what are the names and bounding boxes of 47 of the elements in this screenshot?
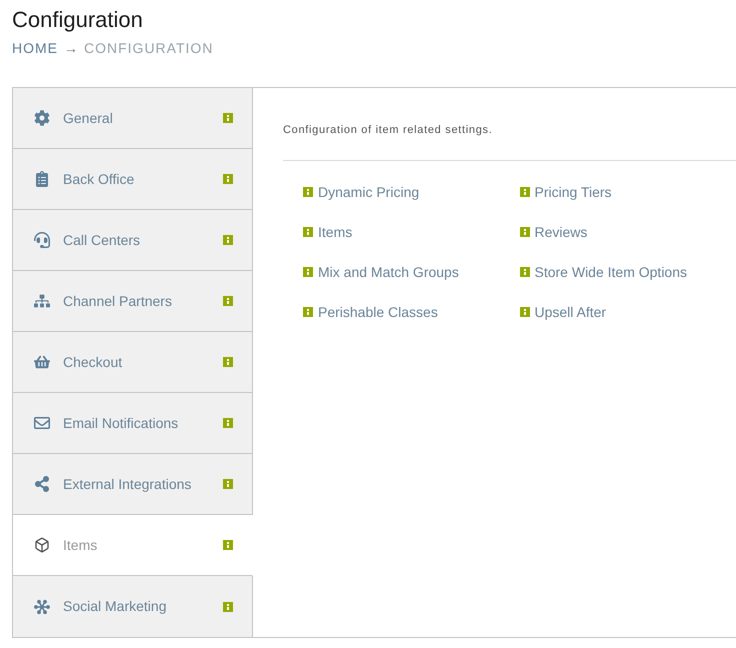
info-icon [223, 540, 233, 550]
sidebar-tab[interactable]: Email Notifications [13, 393, 253, 454]
settings-link[interactable]: Pricing Tiers [520, 182, 612, 202]
cube-icon [34, 537, 50, 553]
info-icon [223, 602, 233, 612]
breadcrumb-separator: → [64, 40, 78, 56]
info-icon [223, 479, 233, 489]
settings-link[interactable]: Upsell After [520, 302, 606, 322]
info-icon [223, 113, 233, 123]
breadcrumb-current: CONFIGURATION [84, 40, 214, 56]
info-icon [303, 227, 313, 237]
gear-icon [34, 110, 50, 126]
info-icon [223, 174, 233, 184]
info-icon [223, 418, 233, 428]
settings-link[interactable]: Reviews [520, 222, 588, 242]
breadcrumb-link[interactable]: HOME [12, 40, 58, 56]
headset-icon [34, 232, 50, 248]
info-icon [223, 296, 233, 306]
info-icon [303, 267, 313, 277]
info-icon [303, 307, 313, 317]
connected-nodes-icon [34, 476, 50, 492]
sidebar-tab[interactable]: Back Office [13, 149, 253, 210]
sidebar-tab[interactable]: External Integrations [13, 454, 253, 515]
info-icon [223, 235, 233, 245]
info-icon [520, 307, 530, 317]
settings-link[interactable]: Mix and Match Groups [303, 262, 459, 282]
settings-link[interactable]: Dynamic Pricing [303, 182, 420, 202]
info-icon [520, 227, 530, 237]
info-icon [520, 187, 530, 197]
section-description: Configuration of item related settings. [283, 123, 493, 138]
settings-link[interactable]: Perishable Classes [303, 302, 438, 322]
sidebar-tab[interactable]: Channel Partners [13, 271, 253, 332]
sidebar-tab[interactable]: Social Marketing [13, 576, 253, 637]
clipboard-icon [34, 171, 50, 187]
sitemap-icon [34, 293, 50, 309]
sidebar-tab[interactable]: Call Centers [13, 210, 253, 271]
info-icon [303, 187, 313, 197]
sidebar-tab[interactable]: General [13, 88, 253, 149]
info-icon [223, 357, 233, 367]
info-icon [520, 267, 530, 277]
envelope-icon [34, 415, 50, 431]
page-title: Configuration [12, 6, 143, 34]
basket-icon [34, 354, 50, 370]
hub-icon [34, 598, 50, 614]
sidebar-tab[interactable]: Checkout [13, 332, 253, 393]
settings-link[interactable]: Store Wide Item Options [520, 262, 688, 282]
settings-link[interactable]: Items [303, 222, 352, 242]
